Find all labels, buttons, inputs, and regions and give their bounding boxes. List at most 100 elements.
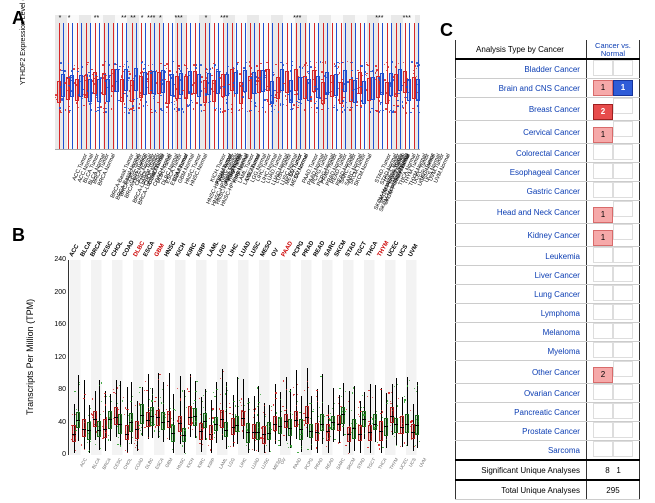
- box-BRCA-Luminal-normal: [106, 42, 110, 136]
- cvn-cell: [586, 304, 639, 323]
- box-CHOL-normal: [124, 42, 128, 136]
- sig-ESCA: ***: [147, 15, 155, 22]
- box-LAML-normal: [225, 42, 229, 136]
- xlabel-TGCT: TGCT: [366, 457, 376, 470]
- box-UVM-normal: [416, 42, 420, 136]
- cvn-cell: [586, 422, 639, 441]
- row-brain-and-cns-cancer: Brain and CNS Cancer11: [456, 79, 640, 98]
- cancer-name: Bladder Cancer: [456, 59, 587, 79]
- xlabel-HNSC: HNSC: [176, 457, 187, 471]
- topcat-UCS: UCS: [398, 244, 410, 258]
- xlabel-UVM: UVM: [418, 457, 427, 468]
- sig-BRCA-Her2: **: [94, 15, 99, 22]
- box-DLBC-normal: [143, 42, 147, 136]
- box-ACC-normal: [61, 42, 65, 136]
- xlabel-THYM: THYM: [388, 457, 399, 471]
- topcat-GBM: GBM: [154, 243, 166, 258]
- cvn-cell: 1: [586, 201, 639, 224]
- box-MESO-normal: [270, 42, 274, 136]
- cvn-cell: [586, 247, 639, 266]
- row-melanoma: Melanoma: [456, 323, 640, 342]
- row-bladder-cancer: Bladder Cancer: [456, 59, 640, 79]
- topcat-KICH: KICH: [175, 242, 188, 258]
- row-myeloma: Myeloma: [456, 342, 640, 361]
- box-LUSC-normal: [261, 42, 265, 136]
- box-UCEC-normal: [398, 42, 402, 136]
- panel-label-c: C: [440, 20, 453, 41]
- xlabel-SARC: SARC: [335, 457, 346, 470]
- sig-COAD: **: [130, 15, 135, 22]
- cvn-cell: [586, 342, 639, 361]
- xlabel-PRAD: PRAD: [314, 457, 325, 470]
- cvn-cell: 1: [586, 121, 639, 144]
- cancer-name: Kidney Cancer: [456, 224, 587, 247]
- ytick-80: 80: [48, 386, 66, 393]
- box-BRCA-normal: [79, 42, 83, 136]
- xlabel-GBM: GBM: [164, 457, 173, 468]
- sig-CHOL: **: [121, 15, 126, 22]
- box-KICH-normal: [197, 42, 201, 136]
- box-KIRP-normal: [216, 42, 220, 136]
- ytick-0: 0: [48, 451, 66, 458]
- xlabel-PCPG: PCPG: [303, 457, 314, 471]
- cancer-name: Pancreatic Cancer: [456, 403, 587, 422]
- xlabel-LUSC: LUSC: [260, 457, 270, 470]
- cvn-cell: [586, 266, 639, 285]
- total-analyses: 295: [586, 480, 639, 500]
- cvn-cell: [586, 182, 639, 201]
- box-PRAD-normal: [307, 42, 311, 136]
- cancer-name: Gastric Cancer: [456, 182, 587, 201]
- cancer-name: Lymphoma: [456, 304, 587, 323]
- sig-GBM: *: [159, 15, 162, 22]
- box-OV-normal: [280, 42, 284, 136]
- row-liver-cancer: Liver Cancer: [456, 266, 640, 285]
- xlabel-CESC: CESC: [112, 457, 123, 470]
- cvn-cell: 2: [586, 361, 639, 384]
- sig-UCS: ***: [403, 15, 411, 22]
- row-ovarian-cancer: Ovarian Cancer: [456, 384, 640, 403]
- xlabel-STAD: STAD: [356, 457, 366, 470]
- box-HNSC-HPVpos-normal: [179, 42, 183, 136]
- sig-BLCA: *: [68, 15, 71, 22]
- topcat-UVM: UVM: [408, 243, 420, 258]
- cancer-name: Melanoma: [456, 323, 587, 342]
- box-SARC-normal: [325, 42, 329, 136]
- cvn-cell: [586, 441, 639, 461]
- panel-a-plot-area: *****************************: [55, 15, 420, 150]
- ytick-160: 160: [48, 321, 66, 328]
- table-header-row: Analysis Type by Cancer Cancer vs. Norma…: [456, 40, 640, 59]
- panel-a-xlabels: ACC.TumorACC.NormalBLCA.TumorBLCA.Normal…: [55, 153, 420, 210]
- xlabel-KIRP: KIRP: [207, 457, 217, 469]
- cancer-name: Breast Cancer: [456, 98, 587, 121]
- cancer-name: Cervical Cancer: [456, 121, 587, 144]
- header-cancer-vs-normal: Cancer vs. Normal: [586, 40, 639, 59]
- up-count: 1: [593, 80, 613, 96]
- xlabel-KIRC: KIRC: [196, 457, 206, 469]
- sig-DLBC: *: [141, 15, 144, 22]
- box-BRCA-Her2-normal: [97, 42, 101, 136]
- sig-PCPG: ***: [293, 15, 301, 22]
- xlabel-ACC: ACC: [79, 457, 88, 468]
- xlabel-ESCA: ESCA: [154, 457, 164, 470]
- up-count: 1: [593, 207, 613, 223]
- panel-b-boxplot: Transcripts Per Million (TPM) 0408012016…: [30, 235, 420, 490]
- cvn-cell: 1: [586, 224, 639, 247]
- footer-sig-analyses: Significant Unique Analyses 8 1: [456, 460, 640, 480]
- cvn-cell: [586, 403, 639, 422]
- row-cervical-cancer: Cervical Cancer1: [456, 121, 640, 144]
- footer-total-analyses: Total Unique Analyses 295: [456, 480, 640, 500]
- ytick-120: 120: [48, 354, 66, 361]
- cancer-name: Liver Cancer: [456, 266, 587, 285]
- cvn-cell: [586, 323, 639, 342]
- box-STAD-normal: [362, 42, 366, 136]
- cancer-name: Esophageal Cancer: [456, 163, 587, 182]
- box-PCPG-normal: [298, 42, 302, 136]
- panel-b-plot-area: [70, 260, 420, 455]
- panel-a-boxplot: YTHDF2 Expression Level (log2 RSEM) ****…: [30, 15, 420, 210]
- sig-LAML: ***: [220, 15, 228, 22]
- row-colorectal-cancer: Colorectal Cancer: [456, 144, 640, 163]
- box-BRCA-Basal-normal: [88, 42, 92, 136]
- cancer-name: Ovarian Cancer: [456, 384, 587, 403]
- cvn-cell: [586, 144, 639, 163]
- xlabel-BLCA: BLCA: [90, 457, 100, 470]
